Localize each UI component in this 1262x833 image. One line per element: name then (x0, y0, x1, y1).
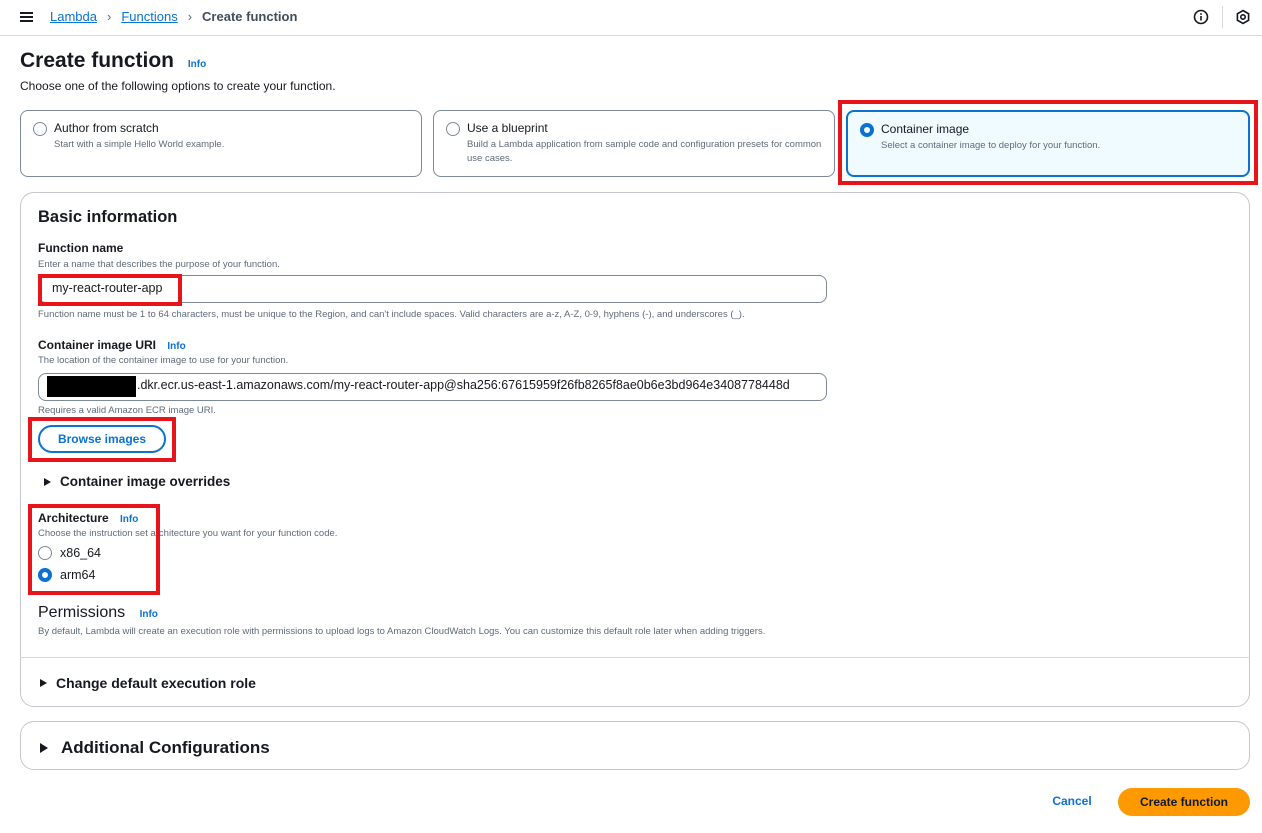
function-name-label: Function name (38, 241, 124, 255)
option-description: Build a Lambda application from sample c… (467, 139, 822, 164)
caret-right-icon (40, 679, 47, 687)
expander-label: Container image overrides (60, 474, 231, 489)
radio-x86-64[interactable] (38, 546, 52, 560)
cancel-button[interactable]: Cancel (1040, 788, 1104, 815)
permissions-description: By default, Lambda will create an execut… (38, 626, 766, 637)
option-title: Use a blueprint (467, 121, 548, 135)
breadcrumb: Lambda › Functions › Create function (50, 9, 297, 24)
container-image-overrides-toggle[interactable]: Container image overrides (44, 474, 230, 489)
change-default-execution-role-toggle[interactable]: Change default execution role (40, 675, 256, 691)
option-author-from-scratch[interactable]: Author from scratch Start with a simple … (20, 110, 422, 177)
option-container-image[interactable]: Container image Select a container image… (846, 110, 1250, 177)
breadcrumb-lambda[interactable]: Lambda (50, 9, 97, 24)
caret-right-icon (40, 743, 48, 753)
info-circle-icon[interactable] (1193, 9, 1209, 25)
top-navigation-bar: Lambda › Functions › Create function (0, 0, 1262, 36)
browse-images-button[interactable]: Browse images (38, 425, 166, 453)
radio-author-from-scratch[interactable] (33, 122, 47, 136)
page-title: Create function Info (20, 49, 207, 72)
info-link[interactable]: Info (140, 609, 158, 620)
radio-arm64[interactable] (38, 568, 52, 582)
function-name-description: Enter a name that describes the purpose … (38, 259, 280, 270)
function-name-input[interactable]: my-react-router-app (38, 275, 827, 303)
architecture-option-label[interactable]: arm64 (60, 568, 95, 582)
breadcrumb-separator-icon: › (106, 9, 112, 24)
architecture-label: Architecture Info (38, 511, 139, 525)
topbar-divider (1222, 6, 1223, 28)
basic-information-heading: Basic information (38, 208, 178, 226)
breadcrumb-current: Create function (202, 9, 298, 24)
image-uri-description: The location of the container image to u… (38, 355, 289, 366)
expander-label: Change default execution role (56, 675, 256, 691)
function-name-value: my-react-router-app (52, 281, 163, 295)
function-name-constraint: Function name must be 1 to 64 characters… (38, 309, 745, 320)
image-uri-label: Container image URI Info (38, 338, 186, 352)
expander-label: Additional Configurations (61, 738, 270, 757)
option-description: Select a container image to deploy for y… (881, 140, 1101, 151)
info-link[interactable]: Info (188, 59, 206, 70)
permissions-heading: Permissions Info (38, 604, 158, 621)
option-description: Start with a simple Hello World example. (54, 139, 225, 150)
info-link[interactable]: Info (167, 341, 185, 352)
image-uri-value: .dkr.ecr.us-east-1.amazonaws.com/my-reac… (137, 378, 790, 392)
hamburger-menu-icon[interactable] (20, 11, 33, 23)
panel-divider (20, 657, 1250, 658)
architecture-option-label[interactable]: x86_64 (60, 546, 101, 560)
caret-right-icon (44, 477, 51, 486)
additional-configurations-toggle[interactable]: Additional Configurations (40, 738, 270, 758)
page-subtitle: Choose one of the following options to c… (20, 79, 336, 93)
radio-container-image[interactable] (860, 123, 874, 137)
option-title: Author from scratch (54, 121, 159, 135)
option-use-a-blueprint[interactable]: Use a blueprint Build a Lambda applicati… (433, 110, 835, 177)
breadcrumb-separator-icon: › (187, 9, 193, 24)
option-title: Container image (881, 122, 970, 136)
breadcrumb-functions[interactable]: Functions (121, 9, 177, 24)
image-uri-constraint: Requires a valid Amazon ECR image URI. (38, 405, 216, 416)
redacted-account-id (47, 376, 136, 397)
radio-use-a-blueprint[interactable] (446, 122, 460, 136)
info-link[interactable]: Info (120, 514, 138, 525)
hexagon-gear-icon[interactable] (1235, 9, 1251, 25)
architecture-description: Choose the instruction set architecture … (38, 528, 338, 539)
create-function-button[interactable]: Create function (1118, 788, 1250, 816)
